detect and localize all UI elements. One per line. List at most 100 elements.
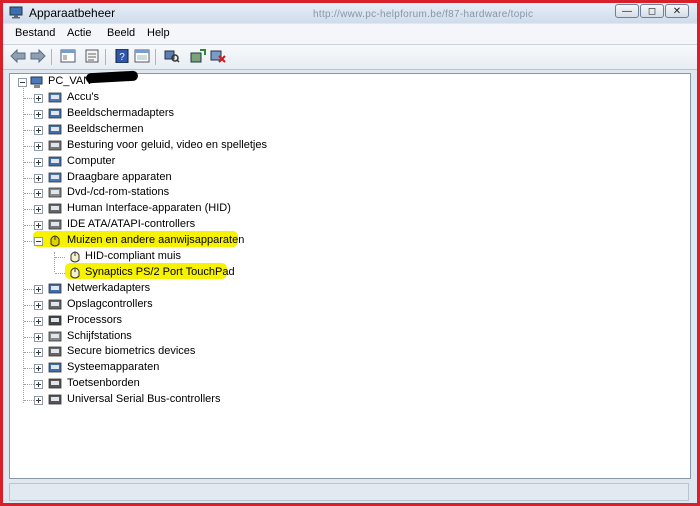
console-tree-icon: [60, 49, 76, 63]
uninstall-icon: [210, 50, 226, 63]
tree-root[interactable]: PC_VAN: [16, 74, 316, 90]
help-icon: ?: [115, 49, 129, 63]
tree-category-label: Computer: [67, 155, 116, 167]
expand-toggle[interactable]: [34, 364, 43, 373]
expand-toggle[interactable]: [34, 333, 43, 342]
expand-toggle[interactable]: [34, 174, 43, 183]
device-tree-pane[interactable]: PC_VAN Accu's Beeldschermadapters Beeldsch…: [9, 73, 691, 479]
menu-bestand[interactable]: Bestand: [15, 27, 55, 39]
maximize-icon: ◻: [647, 6, 657, 17]
tree-category[interactable]: Netwerkadapters: [16, 281, 416, 297]
collapse-toggle[interactable]: [18, 78, 27, 87]
ide-icon: [48, 219, 62, 230]
root-label: PC_VAN: [48, 75, 92, 87]
tree-category[interactable]: Secure biometrics devices: [16, 344, 416, 360]
computer-icon: [48, 156, 62, 167]
tree-category-label: Systeemapparaten: [67, 361, 160, 373]
network-icon: [48, 283, 62, 294]
expand-toggle[interactable]: [34, 221, 43, 230]
tree-category-label: Human Interface-apparaten (HID): [67, 202, 231, 214]
expand-toggle[interactable]: [34, 142, 43, 151]
tree-category-label: Muizen en andere aanwijsapparaten: [67, 234, 245, 246]
close-button[interactable]: ✕: [665, 4, 689, 18]
expand-toggle[interactable]: [34, 380, 43, 389]
tree-category-label: Processors: [67, 314, 123, 326]
device-manager-icon: [9, 6, 23, 19]
tree-category-label: Opslagcontrollers: [67, 298, 153, 310]
maximize-button[interactable]: ◻: [640, 4, 664, 18]
uninstall-button[interactable]: [209, 48, 227, 65]
window-title: Apparaatbeheer: [29, 6, 116, 20]
tree-category[interactable]: Processors: [16, 313, 416, 329]
expand-toggle[interactable]: [34, 94, 43, 103]
scan-hardware-button[interactable]: [163, 48, 181, 65]
tree-category-label: Schijfstations: [67, 330, 132, 342]
tree-category[interactable]: Computer: [16, 154, 416, 170]
expand-toggle[interactable]: [34, 205, 43, 214]
tree-category-label: Secure biometrics devices: [67, 345, 196, 357]
usb-icon: [48, 394, 62, 405]
computer-icon: [30, 76, 43, 88]
tree-category[interactable]: Systeemapparaten: [16, 360, 416, 376]
tree-category[interactable]: Draagbare apparaten: [16, 170, 416, 186]
tree-category[interactable]: Dvd-/cd-rom-stations: [16, 185, 416, 201]
system-icon: [48, 362, 62, 373]
expand-toggle[interactable]: [34, 285, 43, 294]
mouse-icon: [70, 251, 80, 263]
tree-category[interactable]: Human Interface-apparaten (HID): [16, 201, 416, 217]
menu-actie[interactable]: Actie: [67, 27, 91, 39]
update-driver-button[interactable]: [189, 48, 207, 65]
tree-device[interactable]: Synaptics PS/2 Port TouchPad: [16, 265, 416, 281]
properties-button[interactable]: [83, 48, 101, 65]
view-button[interactable]: [133, 48, 151, 65]
mouse-icon: [50, 235, 60, 247]
hid-icon: [48, 203, 62, 214]
back-button[interactable]: [9, 48, 27, 65]
tree-device[interactable]: HID-compliant muis: [16, 249, 416, 265]
biometric-icon: [48, 346, 62, 357]
tree-category[interactable]: Besturing voor geluid, video en spelletj…: [16, 138, 416, 154]
tree-category-label: Dvd-/cd-rom-stations: [67, 186, 170, 198]
menu-help[interactable]: Help: [147, 27, 170, 39]
tree-line: [55, 257, 65, 258]
storage-icon: [48, 299, 62, 310]
expand-toggle[interactable]: [34, 301, 43, 310]
expand-toggle[interactable]: [34, 158, 43, 167]
tree-category[interactable]: Toetsenborden: [16, 376, 416, 392]
console-tree-button[interactable]: [59, 48, 77, 65]
expand-toggle[interactable]: [34, 110, 43, 119]
expand-toggle[interactable]: [34, 126, 43, 135]
tree-category-label: Beeldschermadapters: [67, 107, 175, 119]
tree-category-label: Universal Serial Bus-controllers: [67, 393, 221, 405]
tree-category-label: Beeldschermen: [67, 123, 144, 135]
collapse-toggle[interactable]: [34, 237, 43, 246]
minimize-button[interactable]: —: [615, 4, 639, 18]
expand-toggle[interactable]: [34, 396, 43, 405]
update-driver-icon: [190, 49, 206, 63]
tree-category[interactable]: Muizen en andere aanwijsapparaten: [16, 233, 416, 249]
tree-category[interactable]: IDE ATA/ATAPI-controllers: [16, 217, 416, 233]
tree-category[interactable]: Opslagcontrollers: [16, 297, 416, 313]
tree-category[interactable]: Beeldschermadapters: [16, 106, 416, 122]
tree-category[interactable]: Schijfstations: [16, 329, 416, 345]
display-adapter-icon: [48, 108, 62, 119]
tree-category[interactable]: Beeldschermen: [16, 122, 416, 138]
scan-hardware-icon: [164, 50, 180, 63]
disk-icon: [48, 331, 62, 342]
tree-category[interactable]: Accu's: [16, 90, 416, 106]
forward-button[interactable]: [29, 48, 47, 65]
expand-toggle[interactable]: [34, 348, 43, 357]
title-bar[interactable]: Apparaatbeheer http://www.pc-helpforum.b…: [3, 3, 697, 23]
svg-text:?: ?: [119, 52, 125, 63]
menu-beeld[interactable]: Beeld: [107, 27, 135, 39]
monitor-icon: [48, 124, 62, 135]
battery-icon: [48, 92, 62, 103]
background-url-text: http://www.pc-helpforum.be/f87-hardware/…: [313, 9, 534, 20]
toolbar-separator: [51, 49, 52, 65]
expand-toggle[interactable]: [34, 189, 43, 198]
help-button[interactable]: ?: [113, 48, 131, 65]
toolbar-separator: [155, 49, 156, 65]
expand-toggle[interactable]: [34, 317, 43, 326]
arrow-right-icon: [30, 49, 46, 63]
tree-category[interactable]: Universal Serial Bus-controllers: [16, 392, 416, 408]
